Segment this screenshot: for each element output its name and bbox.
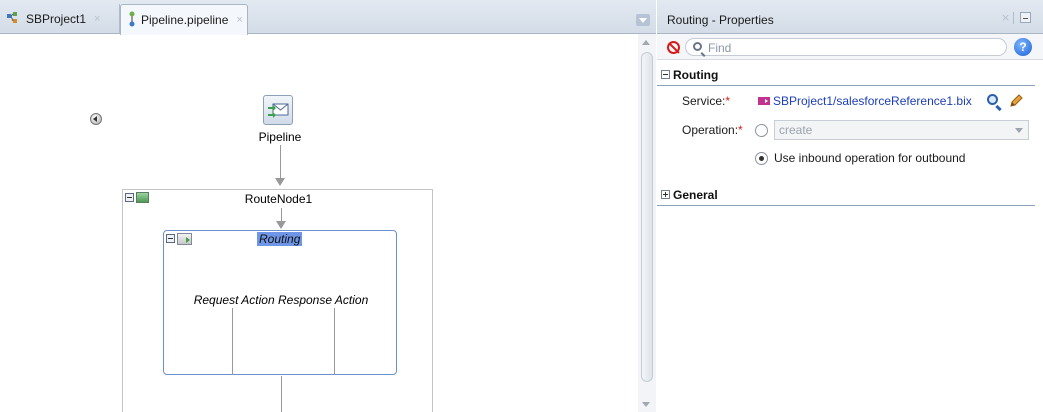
route-node-label: RouteNode1 bbox=[244, 192, 313, 206]
tab-sbproject1[interactable]: SBProject1 × bbox=[0, 4, 120, 34]
pipeline-file-icon bbox=[127, 11, 137, 30]
divider bbox=[1013, 12, 1014, 24]
operation-radio[interactable] bbox=[755, 124, 768, 137]
operation-select-value: create bbox=[779, 123, 813, 137]
pipeline-editor: SBProject1 × Pipeline.pipeline × Pipelin… bbox=[0, 0, 656, 412]
close-icon[interactable]: × bbox=[236, 14, 242, 26]
tab-list-dropdown-icon[interactable] bbox=[636, 14, 650, 26]
expand-icon[interactable] bbox=[661, 190, 670, 199]
scrollbar-thumb[interactable] bbox=[641, 52, 653, 382]
properties-header: Routing - Properties × bbox=[657, 0, 1043, 34]
connector-arrow bbox=[276, 221, 286, 229]
collapse-icon[interactable] bbox=[166, 234, 175, 243]
find-input[interactable]: Find bbox=[685, 38, 1007, 56]
required-mark: * bbox=[738, 123, 743, 137]
tab-pipeline[interactable]: Pipeline.pipeline × bbox=[120, 4, 248, 35]
general-section-header[interactable]: General bbox=[657, 186, 1035, 206]
service-label: Service:* bbox=[682, 94, 731, 108]
request-response-actions-label: Request Action Response Action bbox=[193, 293, 369, 307]
chevron-down-icon bbox=[1015, 128, 1023, 133]
panel-title: Routing - Properties bbox=[667, 13, 774, 27]
connector-line bbox=[281, 376, 282, 412]
no-entry-icon[interactable] bbox=[667, 41, 680, 54]
scroll-up-icon[interactable] bbox=[642, 40, 650, 45]
response-action-line bbox=[334, 308, 335, 375]
connector-line bbox=[280, 145, 281, 181]
collapse-icon[interactable] bbox=[661, 70, 670, 79]
scroll-down-icon[interactable] bbox=[642, 402, 650, 407]
request-action-line bbox=[232, 308, 233, 375]
inbound-operation-radio[interactable] bbox=[755, 152, 768, 165]
close-icon[interactable]: × bbox=[94, 13, 100, 25]
operation-select[interactable]: create bbox=[774, 120, 1029, 140]
properties-toolbar: Find ? bbox=[657, 34, 1043, 60]
editor-vertical-scrollbar[interactable] bbox=[638, 34, 656, 412]
section-title: Routing bbox=[673, 68, 719, 82]
search-icon bbox=[693, 42, 702, 51]
routing-icon bbox=[177, 233, 192, 245]
inbound-operation-label: Use inbound operation for outbound bbox=[774, 151, 966, 165]
find-placeholder: Find bbox=[708, 41, 732, 55]
service-link[interactable]: SBProject1/salesforceReference1.bix bbox=[773, 94, 972, 108]
pipeline-canvas[interactable]: Pipeline RouteNode1 Routing Request Acti… bbox=[0, 35, 637, 412]
pipeline-node-label: Pipeline bbox=[258, 130, 302, 144]
properties-panel: Routing - Properties × Find ? Routing Se… bbox=[657, 0, 1043, 412]
route-node[interactable]: RouteNode1 Routing Request Action Respon… bbox=[122, 189, 433, 412]
search-icon[interactable] bbox=[987, 94, 998, 105]
help-icon[interactable]: ? bbox=[1014, 38, 1032, 56]
required-mark: * bbox=[725, 94, 731, 108]
project-icon bbox=[6, 11, 22, 28]
routing-label: Routing bbox=[257, 232, 303, 246]
navigate-left-icon[interactable] bbox=[90, 113, 102, 125]
tab-label: SBProject1 bbox=[26, 12, 87, 26]
connector-arrow bbox=[275, 178, 285, 186]
routing-action[interactable]: Routing Request Action Response Action bbox=[163, 230, 397, 375]
edit-pencil-icon[interactable] bbox=[1008, 93, 1024, 109]
pipeline-node-icon[interactable] bbox=[263, 95, 293, 125]
tab-label: Pipeline.pipeline bbox=[141, 13, 229, 27]
section-title: General bbox=[673, 188, 718, 202]
operation-label: Operation:* bbox=[682, 123, 743, 137]
editor-tab-bar: SBProject1 × Pipeline.pipeline × bbox=[0, 0, 656, 35]
minimize-icon[interactable] bbox=[1020, 12, 1031, 23]
business-service-icon bbox=[757, 95, 771, 107]
close-icon[interactable]: × bbox=[1001, 11, 1010, 24]
routing-section-header[interactable]: Routing bbox=[657, 66, 1035, 86]
